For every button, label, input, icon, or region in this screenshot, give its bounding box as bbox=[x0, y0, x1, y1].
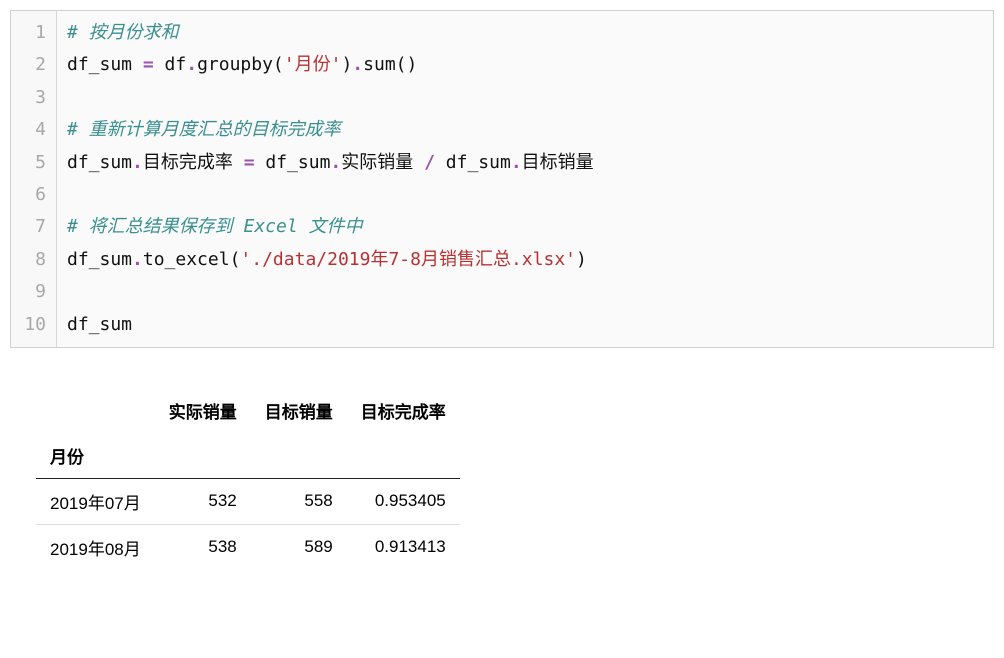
cell-value: 0.953405 bbox=[347, 478, 460, 524]
code-line: df_sum.to_excel('./data/2019年7-8月销售汇总.xl… bbox=[67, 244, 594, 276]
line-number: 6 bbox=[17, 179, 46, 211]
code-token: df_sum bbox=[67, 249, 132, 270]
code-line: # 重新计算月度汇总的目标完成率 bbox=[67, 114, 594, 146]
code-token: ) bbox=[576, 249, 587, 270]
code-line: # 将汇总结果保存到 Excel 文件中 bbox=[67, 211, 594, 243]
code-token: 目标销量 bbox=[522, 152, 594, 173]
operator: . bbox=[132, 249, 143, 270]
index-name-row: 月份 bbox=[36, 433, 460, 479]
operator: . bbox=[511, 152, 522, 173]
row-index: 2019年07月 bbox=[36, 478, 155, 524]
code-token: to_excel( bbox=[143, 249, 241, 270]
table-row: 2019年08月 538 589 0.913413 bbox=[36, 524, 460, 570]
operator: . bbox=[132, 152, 143, 173]
operator: = bbox=[244, 152, 255, 173]
cell-value: 558 bbox=[251, 478, 347, 524]
line-number: 7 bbox=[17, 211, 46, 243]
table-header-row: 实际销量 目标销量 目标完成率 bbox=[36, 388, 460, 433]
code-line: df_sum.目标完成率 = df_sum.实际销量 / df_sum.目标销量 bbox=[67, 147, 594, 179]
code-token: df_sum bbox=[435, 152, 511, 173]
code-token: ) bbox=[341, 54, 352, 75]
line-number: 4 bbox=[17, 114, 46, 146]
line-number: 1 bbox=[17, 17, 46, 49]
string-literal: '月份' bbox=[284, 54, 342, 75]
cell-value: 532 bbox=[155, 478, 251, 524]
dataframe-output: 实际销量 目标销量 目标完成率 月份 2019年07月 532 558 0.95… bbox=[36, 388, 994, 570]
column-header: 目标销量 bbox=[251, 388, 347, 433]
code-line bbox=[67, 82, 594, 114]
operator: . bbox=[186, 54, 197, 75]
code-token: df_sum bbox=[67, 152, 132, 173]
code-content[interactable]: # 按月份求和df_sum = df.groupby('月份').sum() #… bbox=[57, 11, 604, 347]
line-number: 3 bbox=[17, 82, 46, 114]
code-token: sum() bbox=[363, 54, 417, 75]
code-token: 实际销量 bbox=[341, 152, 424, 173]
code-token: 目标完成率 bbox=[143, 152, 244, 173]
comment-text: # 将汇总结果保存到 Excel 文件中 bbox=[67, 216, 363, 237]
code-line: df_sum bbox=[67, 309, 594, 341]
cell-value: 589 bbox=[251, 524, 347, 570]
comment-text: # 按月份求和 bbox=[67, 22, 179, 43]
code-line bbox=[67, 179, 594, 211]
line-number-gutter: 1 2 3 4 5 6 7 8 9 10 bbox=[11, 11, 57, 347]
operator: = bbox=[143, 54, 154, 75]
code-token: df_sum bbox=[67, 54, 143, 75]
cell-value: 538 bbox=[155, 524, 251, 570]
line-number: 9 bbox=[17, 276, 46, 308]
line-number: 8 bbox=[17, 244, 46, 276]
operator: . bbox=[330, 152, 341, 173]
code-token: df_sum bbox=[67, 314, 132, 335]
code-token: df bbox=[154, 54, 187, 75]
operator: / bbox=[424, 152, 435, 173]
code-token: df_sum bbox=[255, 152, 331, 173]
comment-text: # 重新计算月度汇总的目标完成率 bbox=[67, 119, 341, 140]
table-row: 2019年07月 532 558 0.953405 bbox=[36, 478, 460, 524]
operator: . bbox=[352, 54, 363, 75]
code-token: groupby( bbox=[197, 54, 284, 75]
code-cell[interactable]: 1 2 3 4 5 6 7 8 9 10 # 按月份求和 df_sum = df.… bbox=[10, 10, 994, 348]
dataframe-table: 实际销量 目标销量 目标完成率 月份 2019年07月 532 558 0.95… bbox=[36, 388, 460, 570]
row-index: 2019年08月 bbox=[36, 524, 155, 570]
line-number: 2 bbox=[17, 49, 46, 81]
line-number: 5 bbox=[17, 147, 46, 179]
code-line: df_sum = df.groupby('月份').sum() bbox=[67, 49, 594, 81]
index-name: 月份 bbox=[36, 433, 155, 479]
string-literal: './data/2019年7-8月销售汇总.xlsx' bbox=[240, 249, 576, 270]
code-line bbox=[67, 276, 594, 308]
column-header: 目标完成率 bbox=[347, 388, 460, 433]
code-line: # 按月份求和 bbox=[67, 17, 594, 49]
cell-value: 0.913413 bbox=[347, 524, 460, 570]
line-number: 10 bbox=[17, 309, 46, 341]
column-header: 实际销量 bbox=[155, 388, 251, 433]
